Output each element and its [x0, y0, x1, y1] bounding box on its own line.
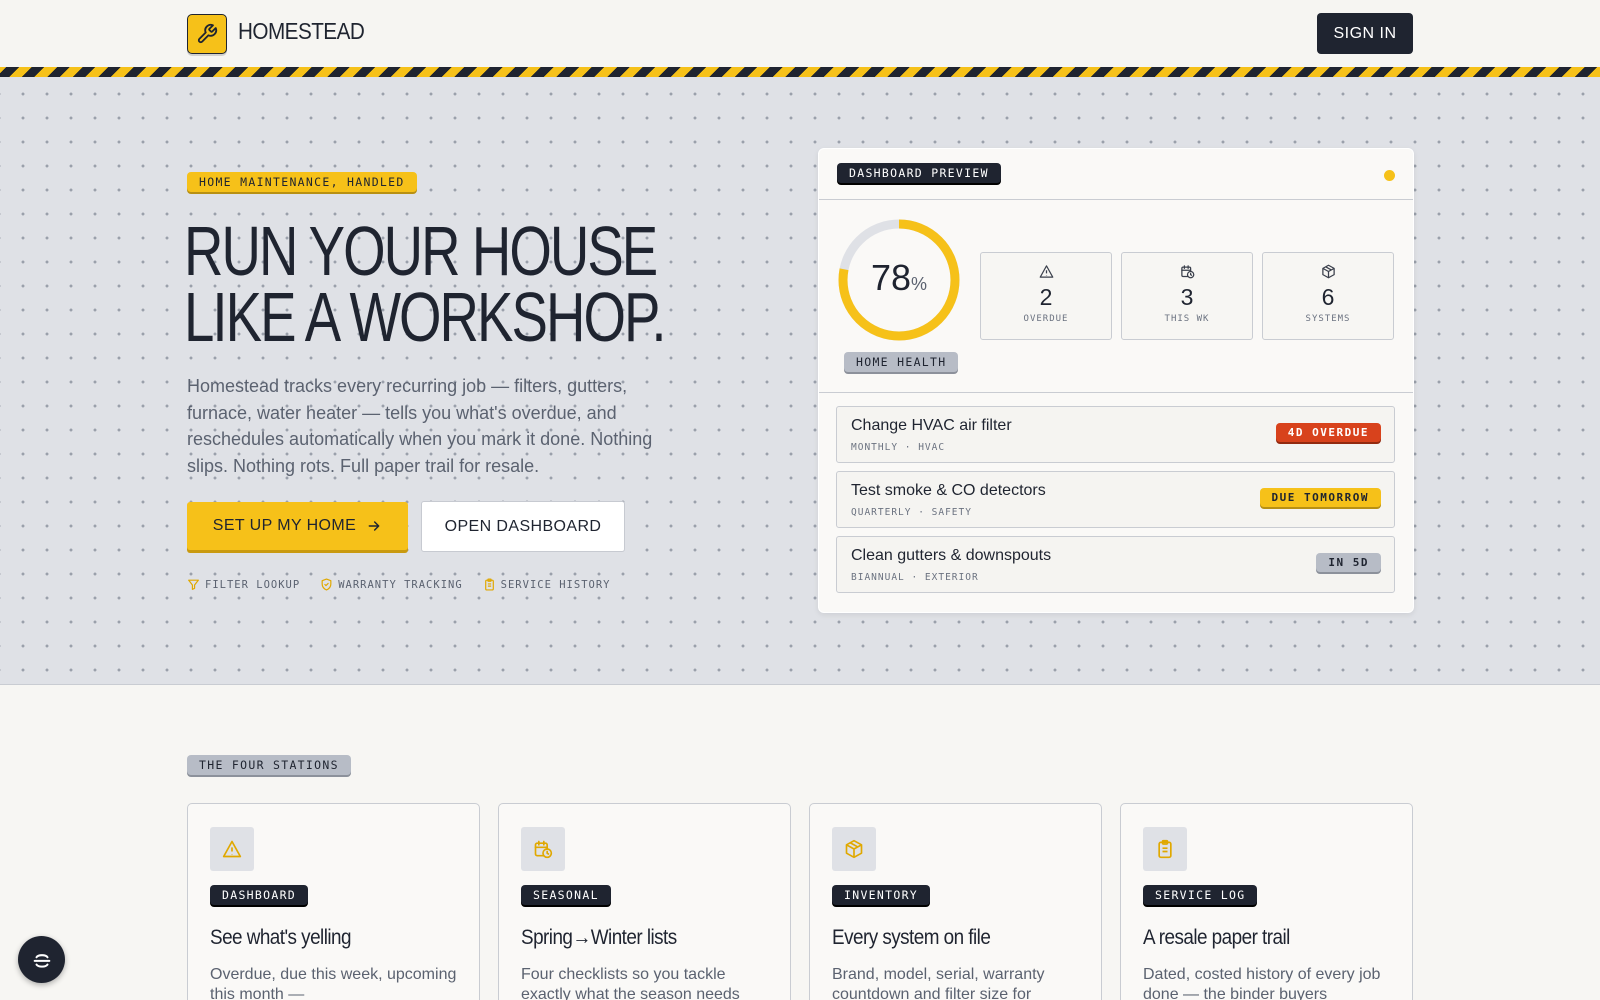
home-health-gauge: 78%	[836, 217, 962, 343]
help-chat-button[interactable]	[18, 936, 65, 983]
status-badge: 4D OVERDUE	[1275, 423, 1381, 442]
health-value: 78%	[836, 257, 962, 299]
stat-systems[interactable]: 6 SYSTEMS	[1262, 252, 1394, 340]
dashboard-preview-header: DASHBOARD PREVIEW	[819, 149, 1413, 200]
card-icon-box	[521, 827, 565, 871]
card-icon-box	[832, 827, 876, 871]
hero-description: Homestead tracks every recurring job — f…	[187, 376, 653, 476]
status-dot	[1384, 170, 1395, 181]
task-meta: BIANNUAL · EXTERIOR	[851, 572, 979, 583]
sign-in-button[interactable]: SIGN IN	[1317, 13, 1413, 54]
card-title: Every system on file	[832, 926, 991, 949]
task-row[interactable]: Test smoke & CO detectors QUARTERLY · SA…	[836, 471, 1395, 528]
box-icon	[1321, 264, 1335, 279]
health-unit: %	[911, 274, 928, 294]
brand-name[interactable]: HOMESTEAD	[238, 18, 365, 45]
home-health-label: HOME HEALTH	[844, 352, 959, 372]
task-title: Test smoke & CO detectors	[851, 482, 1046, 499]
section-tag: THE FOUR STATIONS	[187, 755, 351, 775]
health-number: 78	[870, 257, 912, 298]
box-icon	[845, 839, 863, 859]
stat-label: THIS WK	[1164, 314, 1210, 324]
card-title: See what's yelling	[210, 926, 352, 949]
feature-list: FILTER LOOKUP WARRANTY TRACKING SERVICE …	[187, 578, 610, 591]
stat-value: 6	[1321, 284, 1335, 310]
clipboard-icon	[484, 578, 494, 591]
card-tag: SEASONAL	[521, 885, 611, 905]
hero-title-line-2: LIKE A WORKSHOP.	[184, 278, 667, 356]
station-card-inventory[interactable]: INVENTORY Every system on file Brand, mo…	[809, 803, 1102, 1000]
clipboard-icon	[1158, 839, 1172, 859]
dashboard-preview-card: DASHBOARD PREVIEW 78% HOME HEALTH 2 OVER…	[818, 148, 1414, 613]
card-tag: INVENTORY	[832, 885, 931, 905]
task-meta: MONTHLY · HVAC	[851, 442, 946, 453]
card-title: A resale paper trail	[1143, 926, 1290, 949]
chat-icon	[33, 953, 50, 968]
set-up-home-button[interactable]: SET UP MY HOME	[187, 502, 408, 550]
feature-label: SERVICE HISTORY	[500, 578, 611, 591]
task-meta: QUARTERLY · SAFETY	[851, 507, 972, 518]
status-badge: DUE TOMORROW	[1259, 488, 1381, 507]
shield-check-icon	[321, 578, 332, 591]
hero-title: RUN YOUR HOUSE LIKE A WORKSHOP.	[184, 212, 667, 356]
task-row[interactable]: Clean gutters & downspouts BIANNUAL · EX…	[836, 536, 1395, 593]
station-card-service-log[interactable]: SERVICE LOG A resale paper trail Dated, …	[1120, 803, 1413, 1000]
hazard-stripe	[0, 67, 1600, 77]
card-text: Overdue, due this week, upcoming this mo…	[210, 966, 457, 1000]
stat-value: 3	[1180, 284, 1194, 310]
card-text: Dated, costed history of every job done …	[1143, 966, 1381, 1000]
alert-triangle-icon	[222, 840, 242, 858]
card-title: Spring→Winter lists	[521, 926, 677, 949]
stat-this-week[interactable]: 3 THIS WK	[1121, 252, 1253, 340]
card-text: Brand, model, serial, warranty countdown…	[832, 966, 1045, 1000]
hero-title-line-1: RUN YOUR HOUSE	[184, 212, 658, 290]
arrow-right-icon	[368, 521, 380, 531]
stat-value: 2	[1039, 284, 1053, 310]
task-row[interactable]: Change HVAC air filter MONTHLY · HVAC 4D…	[836, 406, 1395, 463]
site-header: HOMESTEAD SIGN IN	[0, 0, 1600, 67]
open-dashboard-button[interactable]: OPEN DASHBOARD	[421, 501, 625, 552]
feature-label: FILTER LOOKUP	[205, 578, 301, 591]
feature-label: WARRANTY TRACKING	[338, 578, 463, 591]
task-title: Clean gutters & downspouts	[851, 547, 1052, 564]
task-title: Change HVAC air filter	[851, 417, 1012, 434]
stat-overdue[interactable]: 2 OVERDUE	[980, 252, 1112, 340]
card-icon-box	[210, 827, 254, 871]
calendar-clock-icon	[534, 840, 553, 859]
status-badge: IN 5D	[1316, 553, 1381, 572]
station-card-dashboard[interactable]: DASHBOARD See what's yelling Overdue, du…	[187, 803, 480, 1000]
feature-warranty-tracking: WARRANTY TRACKING	[320, 578, 462, 591]
wrench-icon	[197, 23, 218, 44]
divider	[819, 392, 1413, 393]
dashboard-preview-tag: DASHBOARD PREVIEW	[837, 163, 1001, 183]
feature-service-history: SERVICE HISTORY	[483, 578, 611, 591]
alert-triangle-icon	[1039, 265, 1053, 278]
set-up-home-label: SET UP MY HOME	[212, 517, 357, 534]
feature-filter-lookup: FILTER LOOKUP	[187, 578, 300, 591]
calendar-clock-icon	[1180, 265, 1194, 279]
filter-icon	[188, 579, 199, 590]
hero-tag: HOME MAINTENANCE, HANDLED	[187, 172, 417, 192]
stat-label: SYSTEMS	[1305, 314, 1351, 324]
logo[interactable]	[187, 14, 227, 54]
stat-label: OVERDUE	[1023, 314, 1069, 324]
station-card-seasonal[interactable]: SEASONAL Spring→Winter lists Four checkl…	[498, 803, 791, 1000]
card-icon-box	[1143, 827, 1187, 871]
card-text: Four checklists so you tackle exactly wh…	[521, 966, 740, 1000]
card-tag: DASHBOARD	[210, 885, 309, 905]
card-tag: SERVICE LOG	[1143, 885, 1258, 905]
